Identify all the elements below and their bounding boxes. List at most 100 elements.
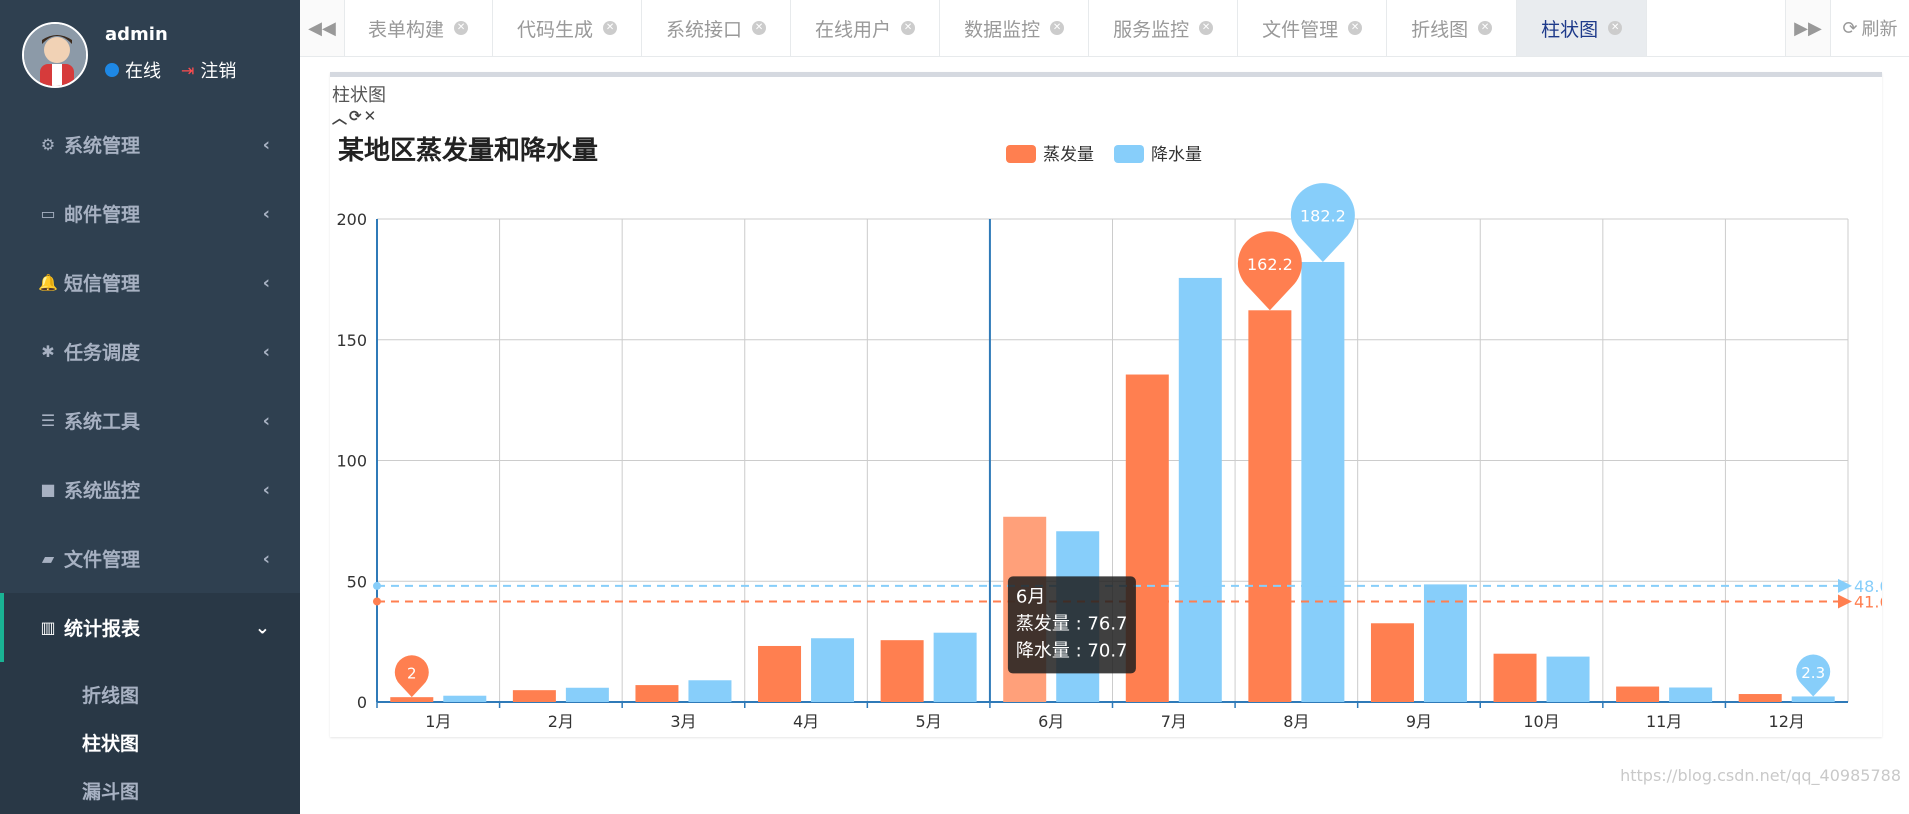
sidebar-item-2[interactable]: 🔔 短信管理 ‹ [0, 248, 300, 317]
sidebar-item-6[interactable]: ▰ 文件管理 ‹ [0, 524, 300, 593]
tab-list: 表单构建 ✕ 代码生成 ✕ 系统接口 ✕ 在线用户 ✕ 数据监控 ✕ 服务监控 ✕ 文件管理 ✕ 折线图 ✕ 柱… [344, 0, 1648, 56]
average-line-arrow [1838, 594, 1852, 609]
sidebar: admin 在线 ⇥ 注销 ⚙ 系统管理 ‹ ▭ 邮件管理 ‹ 🔔 短信管理 ‹ ✱ 任务调度 ‹ ☰ 系… [0, 0, 300, 814]
x-tick-label: 12月 [1769, 712, 1805, 731]
svg-text:162.2: 162.2 [1247, 255, 1293, 274]
sidebar-subitem-1[interactable]: 柱状图 [0, 718, 300, 766]
main-content: 柱状图 ︿ ⟳ ✕ 某地区蒸发量和降水量 蒸发量 降水量 0 50 100 150 200 1月… [300, 57, 1909, 795]
tab-close-icon[interactable]: ✕ [1478, 21, 1493, 35]
bars-icon: ☰ [40, 411, 56, 430]
tab-1[interactable]: 代码生成 ✕ [493, 0, 643, 56]
tooltip-line: 蒸发量 : 76.7 [1016, 613, 1128, 634]
tab-0[interactable]: 表单构建 ✕ [344, 0, 494, 56]
tab-close-icon[interactable]: ✕ [901, 21, 916, 35]
legend-swatch [1114, 145, 1144, 163]
min-marker: 2 [394, 655, 429, 698]
avatar[interactable] [22, 22, 88, 88]
bar-precipitation [565, 687, 609, 702]
online-status: 在线 [125, 61, 161, 82]
bar-precipitation [811, 638, 855, 702]
x-tick-label: 11月 [1646, 712, 1682, 731]
x-tick-label: 8月 [1283, 712, 1309, 731]
bar-evaporation [880, 640, 924, 702]
x-tick-label: 2月 [548, 712, 574, 731]
tab-close-icon[interactable]: ✕ [1199, 21, 1214, 35]
tab-close-icon[interactable]: ✕ [1050, 21, 1065, 35]
tab-scroll-left-icon[interactable]: ◀◀ [300, 0, 345, 56]
chevron-left-icon: ‹ [262, 410, 270, 431]
tab-close-icon[interactable]: ✕ [454, 21, 469, 35]
tab-6[interactable]: 文件管理 ✕ [1238, 0, 1388, 56]
x-tick-label: 1月 [425, 712, 451, 731]
tab-bar: ◀◀ 表单构建 ✕ 代码生成 ✕ 系统接口 ✕ 在线用户 ✕ 数据监控 ✕ 服务监控 ✕ 文件管理 ✕ 折线… [300, 0, 1909, 57]
sidebar-item-0[interactable]: ⚙ 系统管理 ‹ [0, 110, 300, 179]
tab-close-icon[interactable]: ✕ [1608, 21, 1623, 35]
refresh-icon: ⟳ [1842, 17, 1858, 39]
sidebar-item-label: 系统管理 [64, 135, 141, 157]
bar-precipitation [443, 695, 487, 702]
bar-chart-icon: ▥ [40, 618, 56, 637]
refresh-button[interactable]: ⟳ 刷新 [1830, 0, 1909, 56]
x-tick-label: 4月 [793, 712, 819, 731]
svg-text:182.2: 182.2 [1300, 207, 1346, 226]
sidebar-item-4[interactable]: ☰ 系统工具 ‹ [0, 386, 300, 455]
gear-icon: ⚙ [40, 135, 56, 154]
username: admin [105, 24, 168, 45]
y-tick-label: 50 [347, 572, 367, 591]
tab-label: 代码生成 [517, 18, 594, 41]
user-panel: admin 在线 ⇥ 注销 [22, 22, 292, 92]
sidebar-item-5[interactable]: ■ 系统监控 ‹ [0, 455, 300, 524]
tab-scroll-right-icon[interactable]: ▶▶ [1785, 0, 1831, 56]
tab-close-icon[interactable]: ✕ [603, 21, 618, 35]
tab-4[interactable]: 数据监控 ✕ [940, 0, 1090, 56]
y-tick-label: 150 [336, 331, 367, 350]
sidebar-item-1[interactable]: ▭ 邮件管理 ‹ [0, 179, 300, 248]
tab-5[interactable]: 服务监控 ✕ [1089, 0, 1239, 56]
tab-label: 表单构建 [368, 18, 445, 41]
logout-icon[interactable]: ⇥ [181, 61, 194, 80]
svg-text:2: 2 [407, 665, 417, 683]
asterisk-icon: ✱ [41, 342, 55, 361]
bar-precipitation [1301, 261, 1345, 702]
tooltip-title: 6月 [1016, 586, 1045, 607]
tab-label: 数据监控 [964, 18, 1041, 41]
sidebar-item-3[interactable]: ✱ 任务调度 ‹ [0, 317, 300, 386]
average-label: 48.07 [1854, 577, 1882, 596]
video-icon: ■ [40, 480, 56, 499]
x-tick-label: 9月 [1406, 712, 1432, 731]
sidebar-item-label: 邮件管理 [64, 204, 141, 226]
chevron-left-icon: ‹ [262, 272, 270, 293]
tab-7[interactable]: 折线图 ✕ [1387, 0, 1518, 56]
bar-evaporation [1248, 310, 1292, 702]
sidebar-item-label: 系统监控 [64, 480, 141, 502]
svg-text:2.3: 2.3 [1801, 664, 1825, 682]
x-tick-label: 7月 [1161, 712, 1187, 731]
sidebar-subitem-0[interactable]: 折线图 [0, 670, 300, 718]
legend-label: 蒸发量 [1043, 145, 1094, 165]
bar-evaporation [758, 645, 802, 702]
max-marker: 182.2 [1290, 183, 1355, 262]
sidebar-item-label: 统计报表 [64, 618, 141, 640]
bar-evaporation [1738, 694, 1782, 702]
tab-2[interactable]: 系统接口 ✕ [642, 0, 792, 56]
sidebar-item-7[interactable]: ▥ 统计报表 ⌄ [0, 593, 300, 662]
chevron-left-icon: ‹ [262, 548, 270, 569]
bar-chart: 某地区蒸发量和降水量 蒸发量 降水量 0 50 100 150 200 1月 2月 3月 4月 5月 6月… [336, 135, 1882, 731]
tab-close-icon[interactable]: ✕ [1348, 21, 1363, 35]
bar-precipitation [933, 632, 977, 702]
bar-evaporation [1370, 623, 1414, 702]
chart-title: 某地区蒸发量和降水量 [338, 135, 598, 166]
chevron-left-icon: ‹ [262, 479, 270, 500]
logout-link[interactable]: 注销 [200, 57, 236, 83]
tab-label: 折线图 [1411, 18, 1469, 41]
tab-close-icon[interactable]: ✕ [752, 21, 767, 35]
bell-icon: 🔔 [38, 273, 58, 292]
tab-3[interactable]: 在线用户 ✕ [791, 0, 941, 56]
sidebar-subitem-2[interactable]: 漏斗图 [0, 766, 300, 814]
tab-label: 柱状图 [1541, 18, 1599, 41]
tooltip-line: 降水量 : 70.7 [1016, 640, 1128, 661]
tab-8[interactable]: 柱状图 ✕ [1517, 0, 1648, 56]
bar-evaporation [1616, 686, 1660, 702]
bar-precipitation [688, 680, 732, 702]
bar-evaporation [635, 685, 679, 702]
